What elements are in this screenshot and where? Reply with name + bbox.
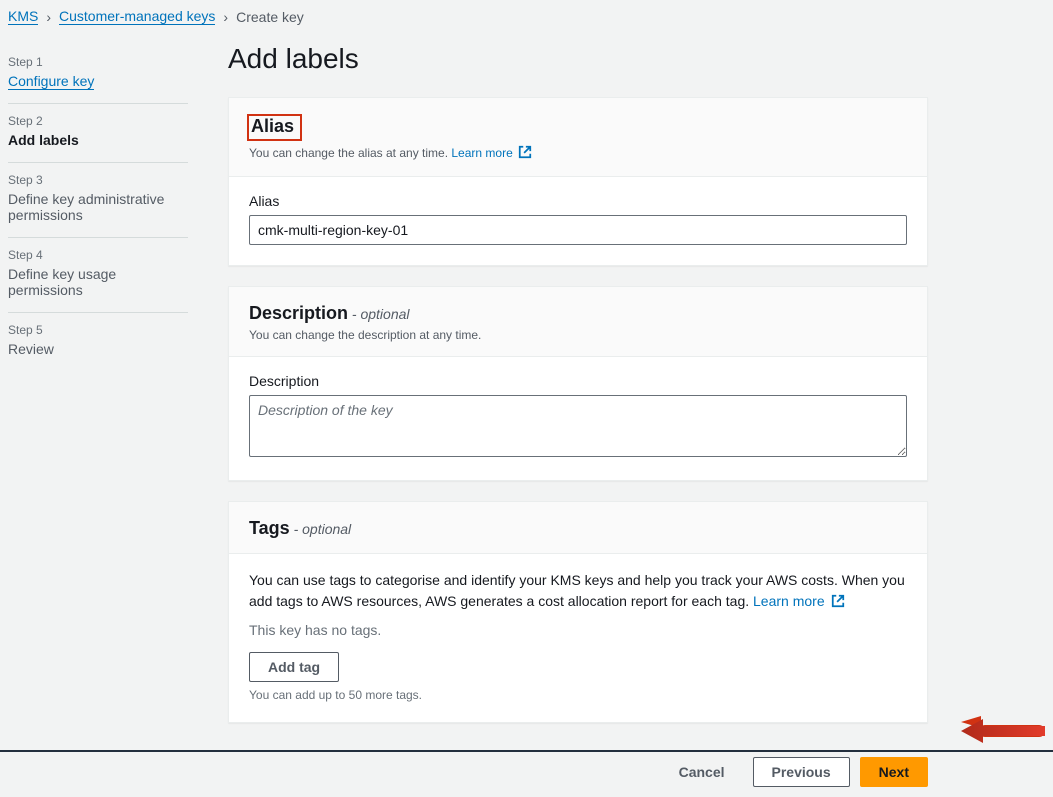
optional-label: - optional: [348, 306, 409, 322]
chevron-right-icon: ›: [46, 9, 51, 25]
wizard-step-3: Step 3 Define key administrative permiss…: [8, 163, 188, 238]
tags-card-body: You can use tags to categorise and ident…: [229, 554, 927, 722]
step-number: Step 1: [8, 55, 188, 69]
chevron-right-icon: ›: [223, 9, 228, 25]
cancel-button[interactable]: Cancel: [661, 758, 743, 786]
external-link-icon: [831, 593, 845, 614]
learn-more-label: Learn more: [753, 593, 825, 609]
alias-heading: Alias: [251, 116, 294, 136]
alias-card-body: Alias: [229, 177, 927, 265]
learn-more-link[interactable]: Learn more: [753, 593, 844, 609]
wizard-step-4: Step 4 Define key usage permissions: [8, 238, 188, 313]
external-link-icon: [518, 145, 532, 162]
alias-input[interactable]: [249, 215, 907, 245]
tags-heading-text: Tags: [249, 518, 290, 538]
description-field-label: Description: [249, 373, 907, 389]
step-title: Define key usage permissions: [8, 266, 188, 298]
step-title: Review: [8, 341, 188, 357]
page-title: Add labels: [228, 43, 928, 75]
step-title[interactable]: Configure key: [8, 73, 94, 90]
alias-field-label: Alias: [249, 193, 907, 209]
description-card: Description - optional You can change th…: [228, 286, 928, 481]
add-tag-button[interactable]: Add tag: [249, 652, 339, 682]
tags-card-header: Tags - optional: [229, 502, 927, 554]
optional-label: - optional: [290, 521, 351, 537]
step-title: Define key administrative permissions: [8, 191, 188, 223]
description-card-header: Description - optional You can change th…: [229, 287, 927, 357]
description-heading-text: Description: [249, 303, 348, 323]
tags-card: Tags - optional You can use tags to cate…: [228, 501, 928, 723]
tags-hint: You can add up to 50 more tags.: [249, 688, 907, 702]
annotation-highlight: Alias: [247, 114, 302, 141]
description-card-body: Description: [229, 357, 927, 480]
description-textarea[interactable]: [249, 395, 907, 457]
breadcrumb: KMS › Customer-managed keys › Create key: [0, 0, 1053, 35]
alias-card-header: Alias You can change the alias at any ti…: [229, 98, 927, 177]
breadcrumb-parent[interactable]: Customer-managed keys: [59, 8, 215, 25]
alias-card: Alias You can change the alias at any ti…: [228, 97, 928, 266]
step-number: Step 4: [8, 248, 188, 262]
tags-body-text: You can use tags to categorise and ident…: [249, 570, 907, 614]
wizard-step-2: Step 2 Add labels: [8, 104, 188, 163]
wizard-steps-sidebar: Step 1 Configure key Step 2 Add labels S…: [8, 35, 188, 797]
step-number: Step 2: [8, 114, 188, 128]
description-heading: Description - optional: [249, 303, 410, 323]
description-subtext: You can change the description at any ti…: [249, 328, 907, 342]
step-number: Step 3: [8, 173, 188, 187]
step-number: Step 5: [8, 323, 188, 337]
learn-more-link[interactable]: Learn more: [451, 146, 532, 160]
main-content: Add labels Alias You can change the alia…: [228, 35, 928, 797]
previous-button[interactable]: Previous: [753, 757, 850, 787]
alias-subtext: You can change the alias at any time. Le…: [249, 145, 907, 162]
breadcrumb-current: Create key: [236, 9, 304, 25]
next-button[interactable]: Next: [860, 757, 928, 787]
learn-more-label: Learn more: [451, 146, 512, 160]
alias-sub-text: You can change the alias at any time.: [249, 146, 448, 160]
tags-heading: Tags - optional: [249, 518, 351, 538]
wizard-step-5: Step 5 Review: [8, 313, 188, 371]
breadcrumb-root[interactable]: KMS: [8, 8, 38, 25]
tags-empty-text: This key has no tags.: [249, 622, 907, 638]
wizard-step-1[interactable]: Step 1 Configure key: [8, 45, 188, 104]
step-title: Add labels: [8, 132, 188, 148]
